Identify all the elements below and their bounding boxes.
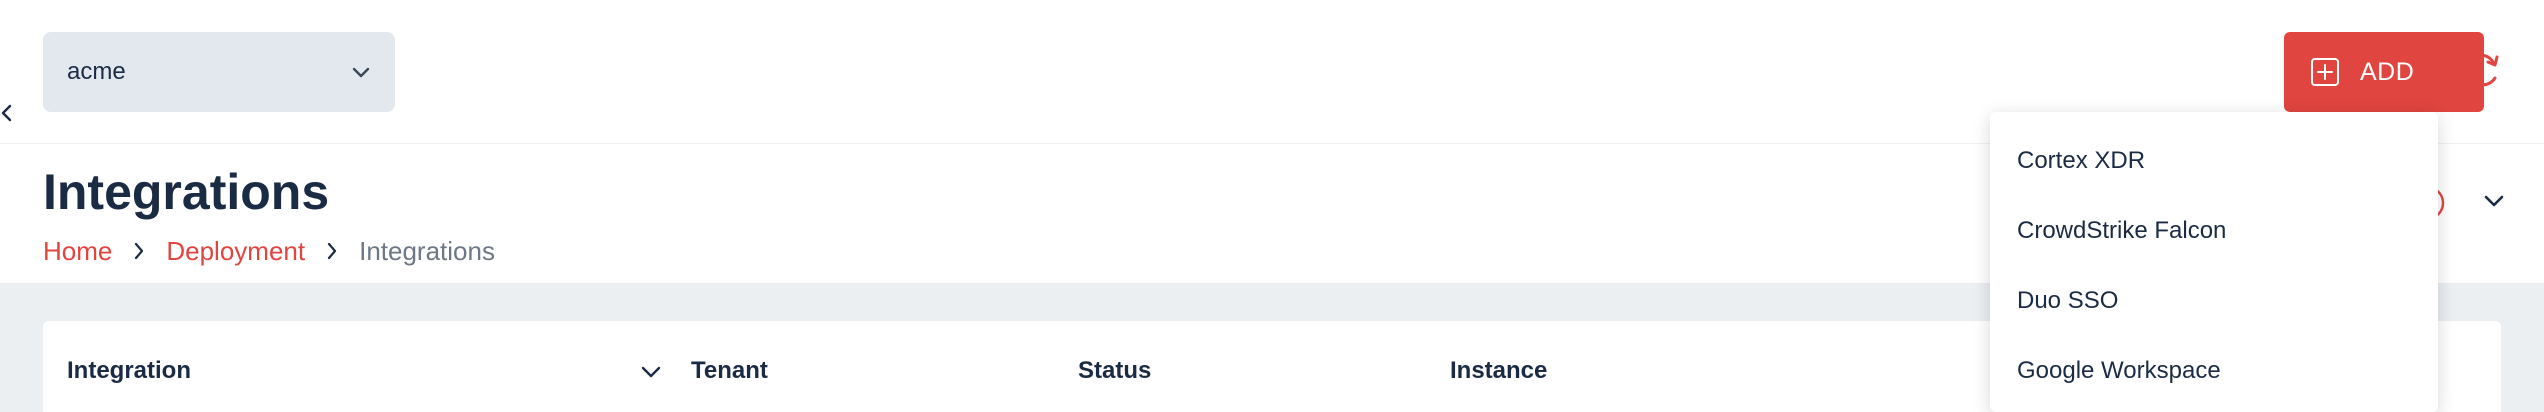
page-title: Integrations — [43, 164, 330, 220]
chevron-down-icon — [352, 67, 370, 78]
breadcrumb-deployment[interactable]: Deployment — [166, 236, 305, 267]
sidebar-collapse-button[interactable] — [0, 96, 22, 130]
column-header-instance[interactable]: Instance — [1450, 357, 1547, 385]
menu-item-crowdstrike-falcon[interactable]: CrowdStrike Falcon — [1990, 196, 2438, 266]
tenant-select-value: acme — [67, 58, 126, 85]
column-sort-chevron-down-icon[interactable] — [638, 359, 664, 385]
refresh-icon — [2465, 53, 2499, 87]
menu-item-cortex-xdr[interactable]: Cortex XDR — [1990, 126, 2438, 196]
add-button[interactable]: ADD — [2284, 32, 2484, 112]
column-header-status[interactable]: Status — [1078, 357, 1151, 385]
tenant-select[interactable]: acme — [43, 32, 395, 112]
refresh-button[interactable] — [2462, 48, 2502, 92]
breadcrumb-home[interactable]: Home — [43, 236, 112, 267]
header-toggle-chevron-down-icon[interactable] — [2480, 187, 2508, 215]
chevron-right-icon — [325, 240, 339, 262]
column-header-tenant[interactable]: Tenant — [691, 357, 768, 385]
plus-square-icon — [2311, 58, 2339, 86]
breadcrumb-current: Integrations — [359, 235, 495, 266]
menu-item-google-workspace[interactable]: Google Workspace — [1990, 336, 2438, 406]
chevron-right-icon — [132, 240, 146, 262]
menu-item-duo-sso[interactable]: Duo SSO — [1990, 266, 2438, 336]
add-button-label: ADD — [2360, 57, 2415, 86]
breadcrumb: Home Deployment Integrations — [43, 233, 495, 269]
chevron-left-icon — [1, 104, 12, 122]
add-integration-menu: Cortex XDR CrowdStrike Falcon Duo SSO Go… — [1990, 112, 2438, 412]
column-header-integration[interactable]: Integration — [67, 357, 191, 385]
